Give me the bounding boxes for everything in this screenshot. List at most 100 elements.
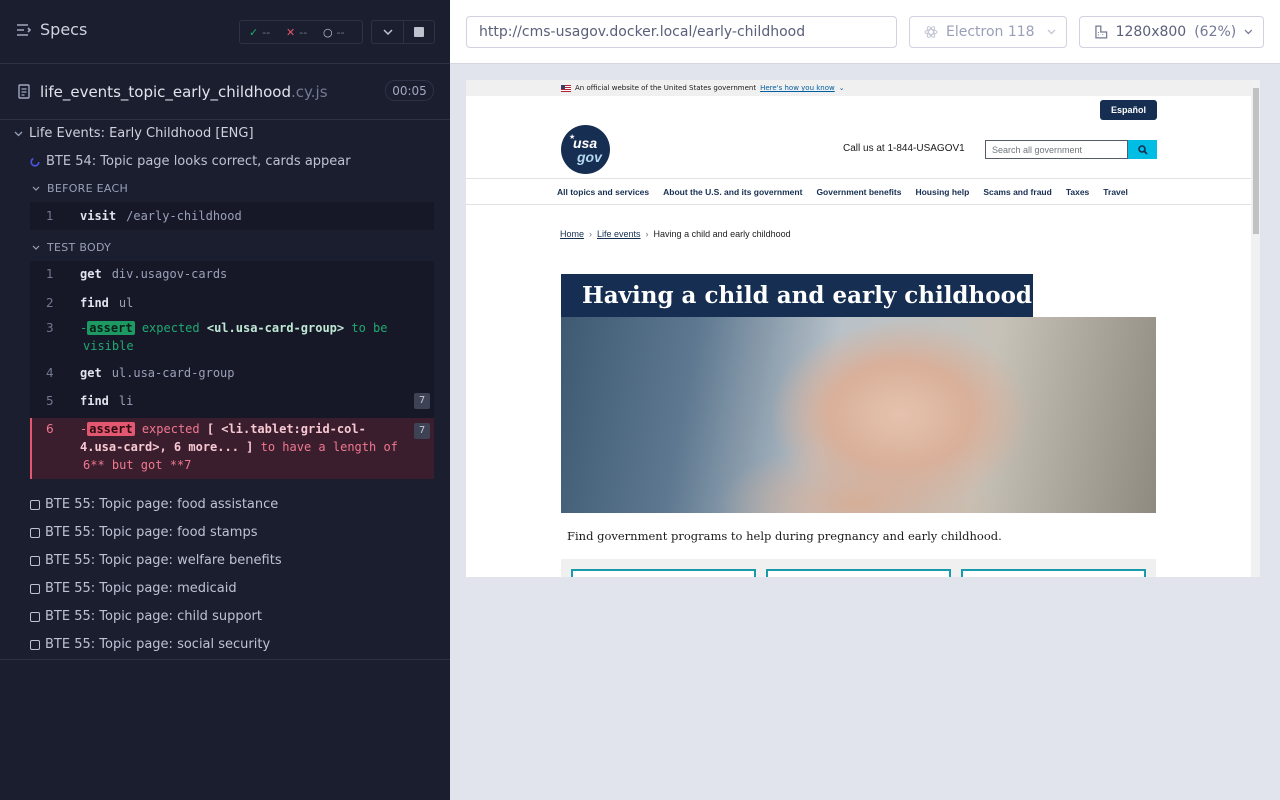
specs-button[interactable]: Specs xyxy=(16,20,87,39)
test-body-label: TEST BODY xyxy=(47,241,112,254)
command-row[interactable]: 1 get div.usagov-cards xyxy=(30,261,434,289)
viewport-selector[interactable]: 1280x800 (62%) xyxy=(1079,16,1264,48)
queued-test-label: BTE 55: Topic page: child support xyxy=(45,609,262,624)
suite-title[interactable]: Life Events: Early Childhood [ENG] xyxy=(14,126,254,141)
stat-pending: ○ -- xyxy=(314,26,351,39)
command-number: 1 xyxy=(46,267,54,281)
command-name: get xyxy=(80,267,102,281)
nav-item-taxes[interactable]: Taxes xyxy=(1066,187,1089,197)
topic-card[interactable] xyxy=(766,569,951,577)
specs-title: Specs xyxy=(40,20,88,39)
chevron-right-icon: › xyxy=(589,229,593,239)
main-nav: All topics and services About the U.S. a… xyxy=(466,178,1251,205)
queued-icon xyxy=(30,583,40,594)
browser-label: Electron 118 xyxy=(946,24,1035,40)
command-number: 4 xyxy=(46,366,54,380)
queued-test[interactable]: BTE 55: Topic page: food assistance xyxy=(30,497,278,512)
queued-test[interactable]: BTE 55: Topic page: welfare benefits xyxy=(30,553,282,568)
pending-icon: ○ xyxy=(323,25,333,39)
command-name: find xyxy=(80,296,109,310)
command-message: div.usagov-cards xyxy=(111,267,228,281)
queued-test[interactable]: BTE 55: Topic page: medicaid xyxy=(30,581,237,596)
element-count-badge: 7 xyxy=(414,393,430,409)
suite-label: Life Events: Early Childhood [ENG] xyxy=(29,126,254,141)
chevron-down-icon xyxy=(1047,29,1056,35)
electron-icon xyxy=(924,26,938,38)
scrollbar-thumb[interactable] xyxy=(1253,88,1259,234)
queued-icon xyxy=(30,499,40,510)
queued-test-label: BTE 55: Topic page: welfare benefits xyxy=(45,553,282,568)
nav-item-about-us[interactable]: About the U.S. and its government xyxy=(663,187,802,197)
command-number: 5 xyxy=(46,394,54,408)
viewport-label: 1280x800 xyxy=(1115,24,1187,40)
espanol-button[interactable]: Español xyxy=(1100,100,1157,120)
reporter-header: Specs ✓ -- ✕ -- ○ -- xyxy=(0,0,450,64)
spec-file-row: life_events_topic_early_childhood.cy.js … xyxy=(0,64,450,120)
command-row[interactable]: 2 find ul xyxy=(30,289,434,317)
ruler-icon xyxy=(1095,25,1108,39)
queued-icon xyxy=(30,555,40,566)
breadcrumb: Home › Life events › Having a child and … xyxy=(560,229,791,239)
nav-item-travel[interactable]: Travel xyxy=(1103,187,1128,197)
chevron-down-icon xyxy=(32,245,40,250)
nav-item-benefits[interactable]: Government benefits xyxy=(816,187,901,197)
failed-count: -- xyxy=(299,25,308,39)
collapse-button[interactable] xyxy=(372,21,403,43)
assert-tag: assert xyxy=(87,321,135,335)
site-search-input[interactable]: Search all government xyxy=(985,140,1128,159)
command-name: get xyxy=(80,366,102,380)
queued-test-label: BTE 55: Topic page: food assistance xyxy=(45,497,279,512)
topic-card[interactable] xyxy=(961,569,1146,577)
runnable-list: Life Events: Early Childhood [ENG] BTE 5… xyxy=(0,120,450,660)
hero-image xyxy=(561,317,1156,513)
command-name: visit xyxy=(80,209,117,223)
breadcrumb-life-events[interactable]: Life events xyxy=(597,229,641,239)
topic-card[interactable] xyxy=(571,569,756,577)
queued-test[interactable]: BTE 55: Topic page: social security xyxy=(30,637,270,652)
usagov-logo[interactable]: ★ usa gov xyxy=(561,125,610,174)
assert-row-passed[interactable]: 3 - assert expected <ul.usa-card-group> t… xyxy=(30,319,434,359)
nav-item-all-topics[interactable]: All topics and services xyxy=(557,187,649,197)
banner-text: An official website of the United States… xyxy=(575,84,757,92)
command-row[interactable]: 4 get ul.usa-card-group xyxy=(30,359,434,387)
before-each-commands: 1 visit/early-childhood xyxy=(30,202,434,230)
pending-count: -- xyxy=(336,25,345,39)
browser-selector[interactable]: Electron 118 xyxy=(909,16,1067,48)
chevron-down-icon xyxy=(14,131,23,136)
command-row[interactable]: 1 visit/early-childhood xyxy=(30,202,434,230)
breadcrumb-current: Having a child and early childhood xyxy=(653,229,791,239)
duration-badge: 00:05 xyxy=(385,80,434,101)
queued-test[interactable]: BTE 55: Topic page: child support xyxy=(30,609,262,624)
command-message: ul xyxy=(118,296,134,310)
chevron-down-icon xyxy=(32,186,40,191)
breadcrumb-home[interactable]: Home xyxy=(560,229,584,239)
active-test-title[interactable]: BTE 54: Topic page looks correct, cards … xyxy=(30,154,351,169)
queued-icon xyxy=(30,527,40,538)
site-search-button[interactable] xyxy=(1128,140,1157,159)
url-bar[interactable]: http://cms-usagov.docker.local/early-chi… xyxy=(466,16,897,48)
spec-name-text: life_events_topic_early_childhood xyxy=(40,83,292,101)
nav-item-scams[interactable]: Scams and fraud xyxy=(983,187,1052,197)
queued-test[interactable]: BTE 55: Topic page: food stamps xyxy=(30,525,257,540)
nav-item-housing[interactable]: Housing help xyxy=(915,187,969,197)
queued-icon xyxy=(30,639,40,650)
frame-scrollbar[interactable] xyxy=(1251,80,1260,577)
stop-icon xyxy=(414,27,424,37)
app-header: http://cms-usagov.docker.local/early-chi… xyxy=(450,0,1280,64)
assert-message: 6** but got **7 xyxy=(83,458,192,472)
test-body-hook[interactable]: TEST BODY xyxy=(32,241,111,254)
stop-button[interactable] xyxy=(403,21,434,43)
chevron-down-icon xyxy=(1244,29,1253,35)
command-message: /early-childhood xyxy=(126,209,242,223)
app-panel: http://cms-usagov.docker.local/early-chi… xyxy=(450,0,1280,800)
queued-icon xyxy=(30,611,40,622)
chevron-down-icon xyxy=(382,29,393,35)
assert-expected: expected xyxy=(141,422,200,436)
command-row[interactable]: 5 find li 7 xyxy=(30,387,434,415)
banner-link[interactable]: Here's how you know xyxy=(760,84,835,92)
element-count-badge: 7 xyxy=(414,423,430,439)
assert-row-failed[interactable]: 6 - assert expected [ <li.tablet:grid-col… xyxy=(30,418,434,479)
before-each-hook[interactable]: BEFORE EACH xyxy=(32,182,128,195)
x-icon: ✕ xyxy=(286,25,296,39)
spec-file-name[interactable]: life_events_topic_early_childhood.cy.js xyxy=(40,83,328,101)
